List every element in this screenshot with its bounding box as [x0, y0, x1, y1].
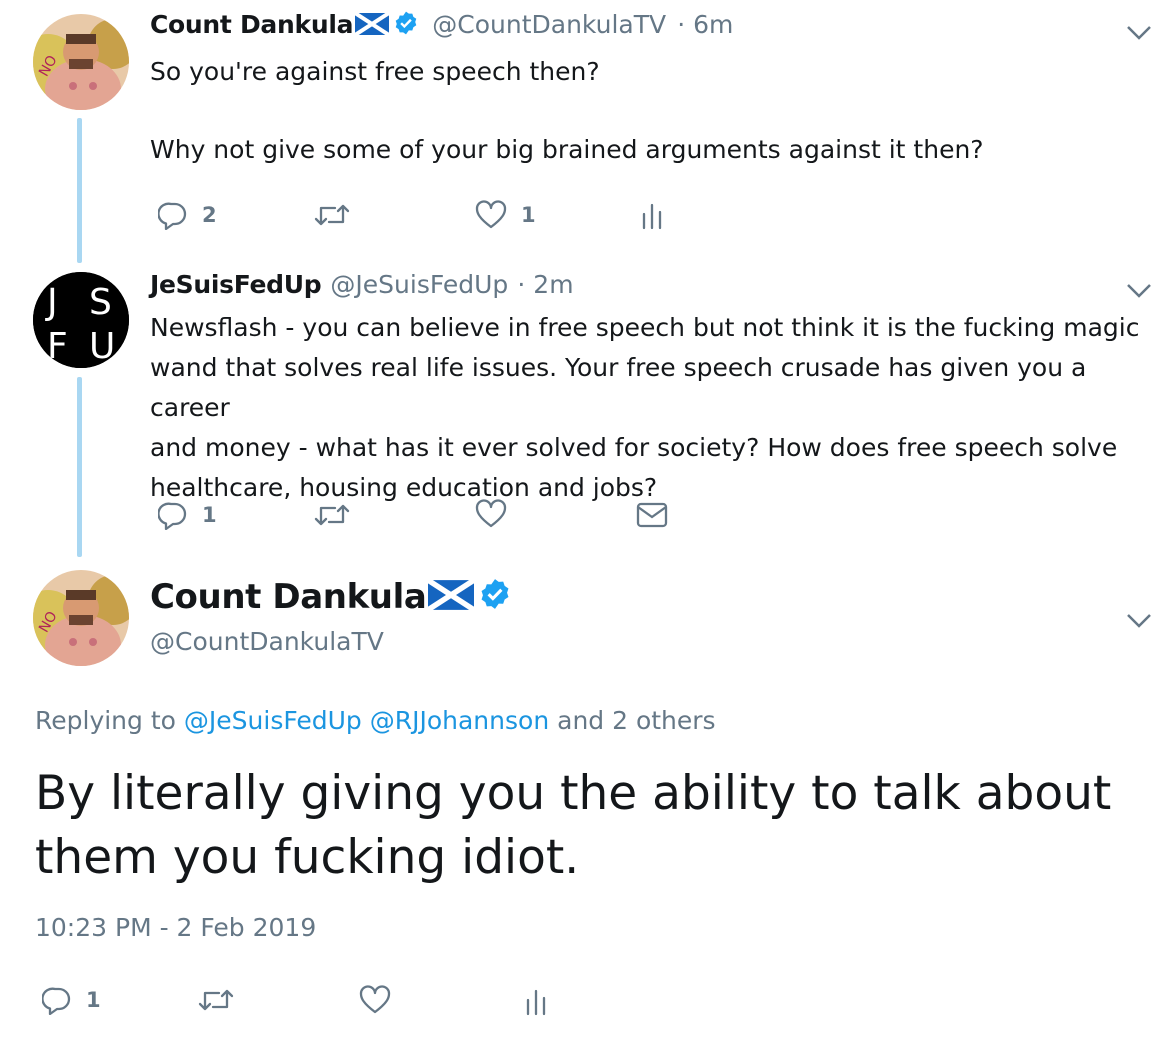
tweet-text: Newsflash - you can believe in free spee… — [150, 308, 1150, 508]
reply-icon — [158, 502, 187, 530]
retweet-button[interactable] — [313, 500, 351, 530]
reply-icon — [158, 202, 187, 230]
reply-button[interactable]: 1 — [158, 500, 217, 530]
chevron-down-icon[interactable] — [1126, 283, 1152, 299]
retweet-icon — [314, 504, 350, 526]
svg-text:F: F — [47, 326, 68, 367]
like-icon — [475, 200, 507, 229]
reply-count: 2 — [202, 203, 217, 227]
scotland-flag-icon — [354, 11, 391, 39]
avatar[interactable]: NO — [33, 14, 129, 110]
tweet-text-line: and money - what has it ever solved for … — [150, 433, 1118, 462]
like-button[interactable]: 1 — [475, 200, 536, 230]
tweet-header: JeSuisFedUp @JeSuisFedUp · 2m — [150, 270, 574, 299]
tweet-text-line: wand that solves real life issues. Your … — [150, 353, 1087, 422]
thread-line — [77, 377, 82, 557]
tweet-text: So you're against free speech then? — [150, 57, 600, 86]
verified-icon — [478, 577, 512, 615]
reply-button[interactable]: 1 — [42, 985, 101, 1015]
svg-text:J: J — [45, 282, 58, 323]
tweet-timestamp[interactable]: 10:23 PM - 2 Feb 2019 — [35, 913, 316, 942]
display-name[interactable]: Count Dankula — [150, 577, 427, 617]
replying-to-others[interactable]: and 2 others — [557, 706, 715, 735]
retweet-button[interactable] — [313, 200, 351, 230]
retweet-icon — [198, 989, 234, 1011]
reply-icon — [42, 987, 71, 1015]
main-tweet-text-line: them you fucking idiot. — [35, 830, 580, 885]
chevron-down-icon[interactable] — [1126, 613, 1152, 629]
thread-line — [77, 118, 82, 263]
avatar[interactable]: J S F U — [33, 272, 129, 368]
user-handle[interactable]: @CountDankulaTV — [150, 627, 384, 656]
tweet-text-line: Newsflash - you can believe in free spee… — [150, 313, 1140, 342]
reply-count: 1 — [202, 503, 217, 527]
tweet-header: Count Dankula @CountDankulaTV · 6m — [150, 10, 733, 40]
analytics-icon — [526, 989, 546, 1016]
reply-button[interactable]: 2 — [158, 200, 217, 230]
reply-mention-link[interactable]: @JeSuisFedUp — [184, 706, 362, 735]
retweet-icon — [314, 204, 350, 226]
main-tweet-text-line: By literally giving you the ability to t… — [35, 766, 1112, 821]
like-button[interactable] — [475, 499, 507, 529]
reply-count: 1 — [86, 988, 101, 1012]
avatar[interactable]: NO — [33, 570, 129, 666]
like-count: 1 — [521, 203, 536, 227]
tweet-text: Why not give some of your big brained ar… — [150, 135, 984, 164]
like-icon — [475, 499, 507, 528]
main-tweet-header: Count Dankula — [150, 577, 512, 617]
tweet-time[interactable]: · 6m — [677, 10, 733, 39]
chevron-down-icon[interactable] — [1126, 25, 1152, 41]
analytics-icon — [642, 203, 662, 230]
retweet-button[interactable] — [197, 985, 235, 1015]
dm-icon — [636, 502, 668, 528]
like-button[interactable] — [359, 985, 391, 1015]
user-handle[interactable]: @CountDankulaTV — [432, 10, 666, 39]
display-name[interactable]: Count Dankula — [150, 10, 353, 39]
replying-to-label: Replying to — [35, 706, 176, 735]
tweet-time[interactable]: · 2m — [517, 270, 573, 299]
display-name[interactable]: JeSuisFedUp — [150, 270, 322, 299]
analytics-button[interactable] — [640, 202, 664, 230]
svg-text:U: U — [89, 326, 115, 367]
main-tweet-text: By literally giving you the ability to t… — [35, 762, 1111, 890]
reply-mention-link[interactable]: @RJJohannson — [370, 706, 549, 735]
user-handle[interactable]: @JeSuisFedUp — [330, 270, 508, 299]
replying-to: Replying to @JeSuisFedUp @RJJohannson an… — [35, 706, 716, 735]
scotland-flag-icon — [426, 577, 476, 614]
verified-icon — [393, 10, 419, 40]
svg-text:S: S — [89, 282, 112, 323]
direct-message-button[interactable] — [636, 502, 668, 528]
analytics-button[interactable] — [524, 988, 548, 1016]
like-icon — [359, 985, 391, 1014]
